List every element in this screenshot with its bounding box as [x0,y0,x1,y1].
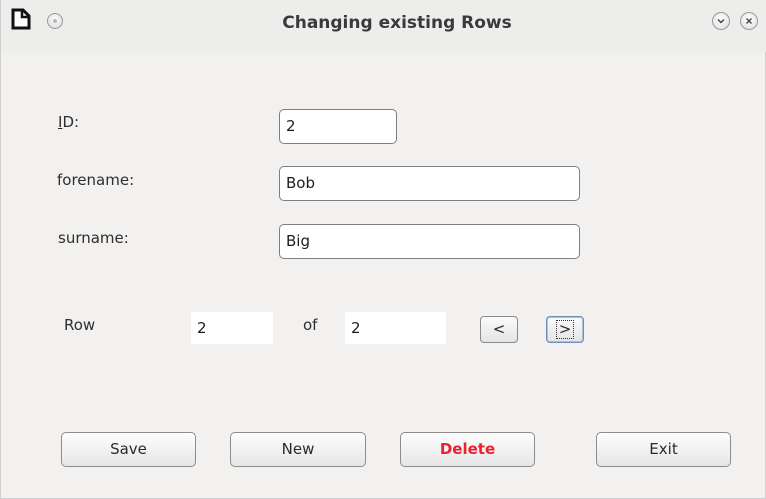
forename-field[interactable]: Bob [279,166,580,201]
id-field[interactable]: 2 [279,109,397,144]
delete-button[interactable]: Delete [400,432,535,467]
id-label: ID: [58,113,80,131]
forename-label: forename: [57,171,135,189]
delete-button-label: Delete [439,440,496,458]
save-button-label: Save [110,440,147,458]
previous-row-button[interactable]: < [480,316,518,343]
chevron-down-icon[interactable] [712,12,730,30]
next-row-button[interactable]: > [546,316,584,343]
next-row-label: > [555,320,575,339]
dialog-window: Changing existing Rows ID: 2 forename: B… [0,0,766,499]
previous-row-label: < [492,320,506,338]
total-rows-field: 2 [345,312,446,344]
row-label: Row [64,316,96,334]
exit-button-label: Exit [649,440,678,458]
close-icon[interactable] [740,12,758,30]
exit-button[interactable]: Exit [596,432,731,467]
new-button[interactable]: New [230,432,366,467]
save-button[interactable]: Save [61,432,196,467]
surname-field[interactable]: Big [279,224,580,259]
title-bar[interactable]: Changing existing Rows [1,0,766,52]
of-label: of [303,316,318,334]
current-row-field[interactable]: 2 [191,312,273,344]
window-title: Changing existing Rows [282,13,512,33]
surname-label: surname: [58,229,129,247]
new-button-label: New [281,440,315,458]
